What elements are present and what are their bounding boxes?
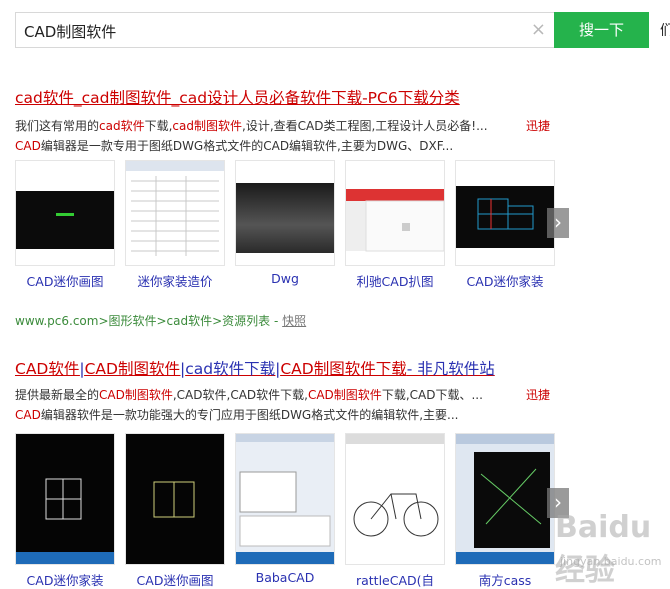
thumbnail-card[interactable]: rattleCAD(自 [345,433,445,589]
thumbnail-caption[interactable]: 利驰CAD扒图 [345,271,445,290]
thumbnail-card[interactable]: BabaCAD [235,433,335,585]
snippet-text: 提供最新最全的 [15,388,100,402]
snippet-highlight: CAD制图软件 [307,388,382,402]
title-keyword: CAD软件 [15,360,80,378]
thumbnail-image[interactable] [345,160,445,266]
thumbnail-image[interactable] [455,160,555,266]
clear-icon[interactable]: × [531,19,546,40]
thumbnail-image[interactable] [235,433,335,565]
snippet-text: ,CAD软件,CAD软件下载, [172,388,308,402]
thumbnail-image[interactable] [455,433,555,565]
clipped-text: 们 [660,23,670,39]
snippet-text: ,设计,查看CAD类工程图,工程设计人员必备!... [242,119,488,133]
thumbnail-image[interactable] [235,160,335,266]
search-result: cad软件_cad制图软件_cad设计人员必备软件下载-PC6下载分类 我们这有… [15,86,575,329]
thumbnail-caption[interactable]: CAD迷你画图 [15,271,115,290]
thumbnail-image[interactable] [15,160,115,266]
search-query[interactable]: CAD制图软件 [24,21,116,42]
snippet-text: 编辑器是一款专用于图纸DWG格式文件的CAD编辑软件,主要为DWG、DXF... [40,139,454,153]
snippet-text: 我们这有常用的 [15,119,100,133]
thumbnail-caption[interactable]: CAD迷你家装 [455,271,555,290]
title-text: - 非凡软件站 [406,360,495,378]
result-snippet: 提供最新最全的CAD制图软件,CAD软件,CAD软件下载,CAD制图软件下载,C… [15,385,550,405]
bicycle-drawing-image [346,434,444,564]
snippet-text: 下载,CAD下载、... [381,388,483,402]
thumbnail-image[interactable] [15,433,115,565]
thumbnail-caption[interactable]: rattleCAD(自 [345,570,445,589]
title-keyword: CAD制图软件 [84,360,180,378]
title-text: cad软件下载 [185,360,276,378]
search-input[interactable]: CAD制图软件 × [15,12,554,48]
cad-floorplan-image [126,434,224,564]
snippet-text: 编辑器软件是一款功能强大的专门应用于图纸DWG格式文件的编辑软件,主要... [40,408,459,422]
app-window-image [236,434,334,564]
more-link[interactable]: 迅捷 [526,116,550,136]
thumbnail-row: CAD迷你家装 CAD迷你画图 BabaCAD rattleCAD(自 南方ca… [15,433,575,588]
snippet-highlight: CAD制图软件 [99,388,173,402]
thumbnail-caption[interactable]: 南方cass [455,570,555,589]
snippet-highlight: CAD [15,408,41,422]
table-sheet-image [126,161,224,256]
search-result: CAD软件|CAD制图软件|cad软件下载|CAD制图软件下载- 非凡软件站 提… [15,357,575,588]
cad-drawing-image [456,186,554,248]
thumbnail-image[interactable] [125,433,225,565]
thumbnail-card[interactable]: 利驰CAD扒图 [345,160,445,290]
thumbnail-card[interactable]: CAD迷你画图 [125,433,225,589]
result-title-link[interactable]: cad软件_cad制图软件_cad设计人员必备软件下载-PC6下载分类 [15,86,575,108]
result-title-link[interactable]: CAD软件|CAD制图软件|cad软件下载|CAD制图软件下载- 非凡软件站 [15,357,575,379]
result-url: www.pc6.com>图形软件>cad软件>资源列表 - 快照 [15,312,575,329]
app-window-image [346,189,444,252]
result-snippet: CAD编辑器软件是一款功能强大的专门应用于图纸DWG格式文件的编辑软件,主要..… [15,405,550,425]
chevron-right-icon[interactable]: › [547,208,569,238]
cad-survey-image [456,434,554,564]
thumbnail-caption[interactable]: CAD迷你家装 [15,570,115,589]
thumbnail-card[interactable]: 迷你家装造价 [125,160,225,290]
thumbnail-card[interactable]: Dwg [235,160,335,286]
thumbnail-caption[interactable]: Dwg [235,271,335,286]
thumbnail-card[interactable]: 南方cass [455,433,555,589]
snippet-text: 下载, [144,119,173,133]
result-snippet: 我们这有常用的cad软件下载,cad制图软件,设计,查看CAD类工程图,工程设计… [15,116,550,136]
thumbnail-row: CAD迷你画图 迷你家装造价 Dwg 利驰CAD扒图 CAD迷你家装 › [15,160,575,310]
thumbnail-caption[interactable]: 迷你家装造价 [125,271,225,290]
result-snippet: CAD编辑器是一款专用于图纸DWG格式文件的CAD编辑软件,主要为DWG、DXF… [15,136,550,156]
thumbnail-caption[interactable]: CAD迷你画图 [125,570,225,589]
thumbnail-card[interactable]: CAD迷你画图 [15,160,115,290]
snippet-highlight: cad软件 [99,119,145,133]
title-keyword: CAD制图软件下载 [280,360,407,378]
thumbnail-image[interactable] [125,160,225,266]
search-button[interactable]: 搜一下 [554,12,649,48]
watermark-logo: Baidu经验 [555,510,652,588]
url-text: www.pc6.com>图形软件>cad软件>资源列表 - [15,314,283,328]
snippet-highlight: cad制图软件 [172,119,242,133]
thumbnail-card[interactable]: CAD迷你家装 [15,433,115,589]
cad-floorplan-image [16,434,114,564]
snapshot-link[interactable]: 快照 [282,314,306,328]
search-bar: CAD制图软件 × 搜一下 [15,12,649,48]
thumbnail-card[interactable]: CAD迷你家装 [455,160,555,290]
snippet-highlight: CAD [15,139,41,153]
result-title-text: cad软件_cad制图软件_cad设计人员必备软件下载-PC6下载分类 [15,89,460,107]
more-link[interactable]: 迅捷 [526,385,550,405]
watermark-url: jingyan.baidu.com [560,555,662,568]
thumbnail-image[interactable] [345,433,445,565]
thumbnail-caption[interactable]: BabaCAD [235,570,335,585]
